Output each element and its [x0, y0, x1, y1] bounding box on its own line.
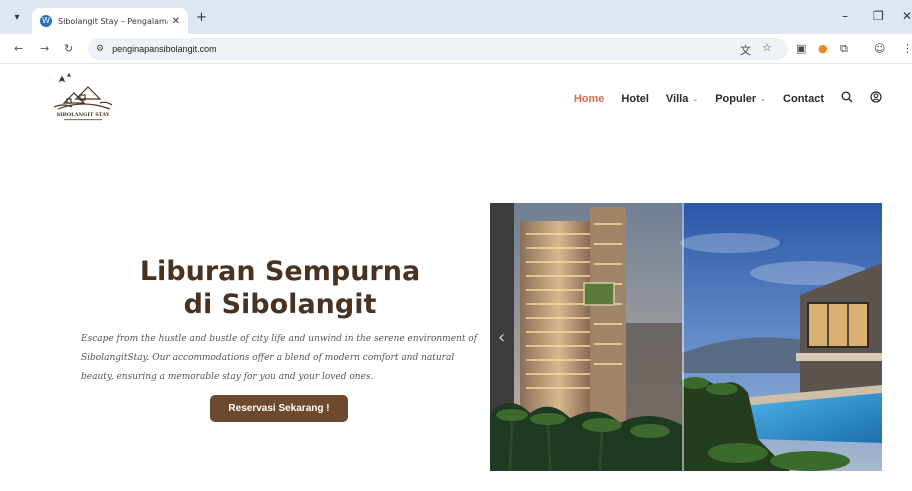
hero-image-slider[interactable]: ‹ — [490, 203, 882, 471]
nav-item-populer[interactable]: Populer ⌄ — [715, 93, 766, 105]
search-icon[interactable] — [841, 91, 853, 106]
user-account-icon[interactable] — [870, 91, 882, 106]
tab-title: Sibolangit Stay – Pengalaman M — [58, 16, 168, 26]
chevron-down-icon: ⌄ — [692, 95, 699, 103]
browser-tab-bar: ▾ W Sibolangit Stay – Pengalaman M ✕ + –… — [0, 0, 912, 34]
hero-title-line: di Sibolangit — [183, 289, 377, 320]
site-info-icon[interactable]: ⚙ — [96, 44, 104, 54]
browser-toolbar: ← → ↻ ⚙ penginapansibolangit.com 文 ☆ ▣ ●… — [0, 34, 912, 64]
back-icon[interactable]: ← — [14, 42, 23, 55]
nav-label: Contact — [783, 92, 824, 105]
translate-icon[interactable]: 文 — [740, 42, 751, 58]
nav-item-villa[interactable]: Villa ⌄ — [666, 93, 698, 105]
hero-title: Liburan Sempurna di Sibolangit — [80, 255, 480, 321]
browser-tab[interactable]: W Sibolangit Stay – Pengalaman M ✕ — [32, 8, 188, 34]
restore-icon[interactable]: ❐ — [873, 9, 884, 23]
sibolangit-stay-logo[interactable]: SIBOLANGIT STAY — [50, 73, 116, 125]
profile-icon[interactable]: ☺ — [874, 42, 885, 55]
nav-label: Hotel — [621, 92, 649, 105]
slider-prev-icon[interactable]: ‹ — [498, 327, 505, 348]
menu-icon[interactable]: ⋮ — [902, 42, 912, 55]
hero-title-line: Liburan Sempurna — [139, 256, 421, 287]
nav-label: Populer — [715, 92, 757, 105]
address-bar[interactable]: ⚙ penginapansibolangit.com — [88, 38, 788, 60]
extension-icon[interactable]: ▣ — [796, 42, 806, 55]
chevron-down-icon: ⌄ — [760, 95, 767, 103]
svg-text:SIBOLANGIT STAY: SIBOLANGIT STAY — [57, 112, 110, 118]
extension-icon[interactable]: ● — [818, 42, 828, 55]
plus-icon[interactable]: + — [196, 10, 207, 25]
main-nav: Home Hotel Villa ⌄ Populer ⌄ Contact — [574, 91, 882, 106]
reservation-button[interactable]: Reservasi Sekarang ! — [210, 395, 348, 422]
nav-label: Home — [573, 92, 605, 105]
wordpress-favicon-icon: W — [40, 15, 52, 27]
nav-label: Villa — [665, 92, 689, 105]
extension-icon[interactable]: ⧉ — [840, 42, 848, 56]
minimize-icon[interactable]: – — [842, 9, 848, 23]
forward-icon[interactable]: → — [40, 42, 49, 55]
nav-item-contact[interactable]: Contact — [783, 93, 824, 105]
tab-list-icon[interactable]: ▾ — [10, 11, 24, 25]
reload-icon[interactable]: ↻ — [64, 42, 73, 55]
close-icon[interactable]: ✕ — [172, 16, 180, 27]
nav-item-hotel[interactable]: Hotel — [621, 93, 649, 105]
close-window-icon[interactable]: ✕ — [902, 9, 912, 23]
hotel-villa-illustration — [490, 203, 882, 471]
website: SIBOLANGIT STAY Home Hotel Villa ⌄ Popul… — [0, 65, 912, 491]
hero-description: Escape from the hustle and bustle of cit… — [81, 334, 478, 382]
bookmark-star-icon[interactable]: ☆ — [762, 41, 772, 54]
nav-item-home[interactable]: Home — [574, 93, 605, 105]
url-text[interactable]: penginapansibolangit.com — [112, 44, 217, 54]
